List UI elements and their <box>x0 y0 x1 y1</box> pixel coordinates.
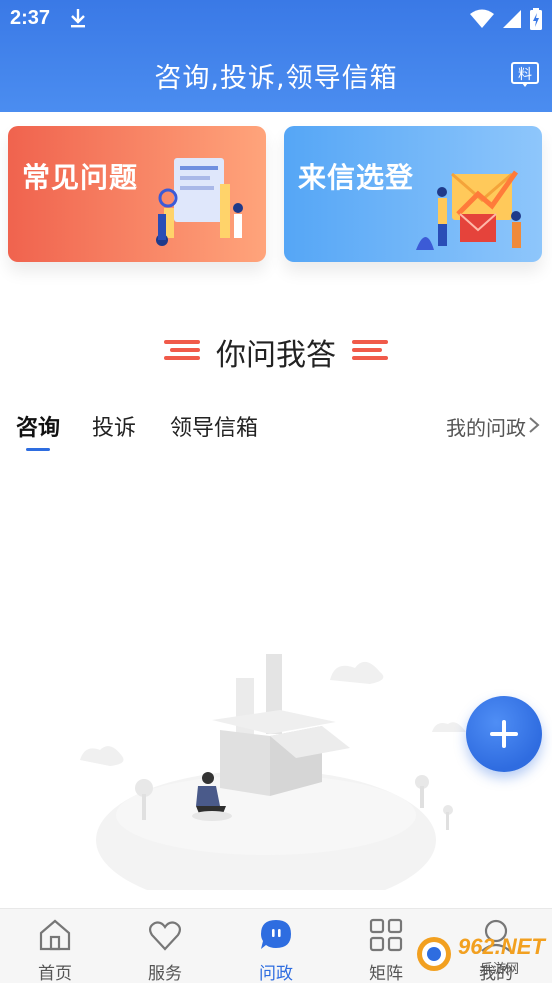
heart-icon <box>148 921 182 951</box>
letters-illustration <box>416 170 521 250</box>
status-icons <box>470 7 542 31</box>
tab-consult[interactable]: 咨询 <box>16 410 60 442</box>
chevron-right-icon[interactable] <box>528 416 540 434</box>
watermark: 962.NET 乐游网 <box>414 932 545 978</box>
nav-ask[interactable]: 问政 <box>236 909 316 983</box>
add-question-button[interactable] <box>466 696 542 772</box>
home-icon <box>39 919 71 951</box>
faq-card-title: 常见问题 <box>22 161 139 194</box>
download-icon <box>71 9 85 28</box>
tab-leader-mailbox[interactable]: 领导信箱 <box>170 410 258 442</box>
plus-icon-vertical <box>502 720 506 748</box>
section-title: 你问我答 <box>216 338 336 373</box>
chat-bubble-icon <box>261 920 291 949</box>
signal-icon <box>503 10 521 28</box>
nav-home[interactable]: 首页 <box>15 909 95 983</box>
faq-card[interactable]: 常见问题 <box>8 126 266 262</box>
nav-services[interactable]: 服务 <box>125 909 205 983</box>
battery-icon <box>530 8 542 30</box>
wifi-icon <box>470 9 494 28</box>
status-time: 2:37 <box>10 7 51 29</box>
question-tabs: 咨询 投诉 领导信箱 我的问政 <box>0 410 552 454</box>
section-heading: 你问我答 <box>0 330 552 373</box>
watermark-logo-icon <box>417 937 451 971</box>
heading-decoration-right <box>352 340 388 360</box>
watermark-text: 962.NET <box>458 934 545 959</box>
nav-ask-label: 问政 <box>259 964 293 983</box>
status-bar: 2:37 <box>0 0 552 38</box>
nav-home-label: 首页 <box>38 964 72 983</box>
app-header: 2:37 咨询,投诉,领导信箱 料 <box>0 0 552 112</box>
letters-card-title: 来信选登 <box>298 161 415 194</box>
news-icon[interactable]: 料 <box>510 60 540 88</box>
grid-icon <box>369 918 403 952</box>
nav-services-label: 服务 <box>148 964 182 983</box>
tab-complain[interactable]: 投诉 <box>92 410 136 442</box>
page-title: 咨询,投诉,领导信箱 <box>154 63 398 94</box>
svg-text:料: 料 <box>518 67 532 83</box>
watermark-subtext: 乐游网 <box>480 962 520 977</box>
empty-state-illustration <box>80 654 466 890</box>
active-tab-indicator <box>26 448 50 451</box>
letters-card[interactable]: 来信选登 <box>284 126 542 262</box>
my-questions-link[interactable]: 我的问政 <box>446 412 526 441</box>
faq-illustration <box>156 158 243 246</box>
